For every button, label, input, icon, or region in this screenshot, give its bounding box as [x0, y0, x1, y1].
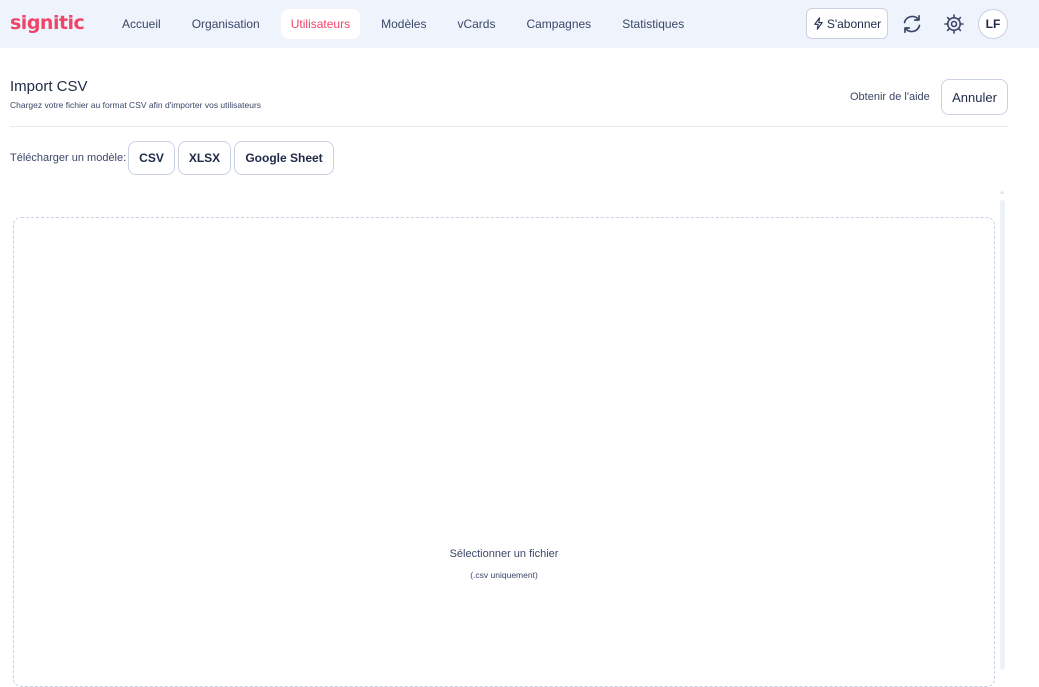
nav-item-utilisateurs[interactable]: Utilisateurs [280, 9, 361, 39]
nav-item-organisation[interactable]: Organisation [182, 9, 270, 39]
scrollbar[interactable] [999, 190, 1006, 670]
download-google-sheet-template-button[interactable]: Google Sheet [234, 141, 334, 175]
file-dropzone[interactable]: Sélectionner un fichier (.csv uniquement… [13, 217, 995, 687]
user-avatar[interactable]: LF [978, 9, 1008, 39]
help-link[interactable]: Obtenir de l'aide [850, 91, 930, 103]
gear-icon[interactable] [942, 12, 966, 36]
nav-item-accueil[interactable]: Accueil [112, 9, 171, 39]
download-xlsx-template-button[interactable]: XLSX [178, 141, 231, 175]
nav-item-campagnes[interactable]: Campagnes [516, 9, 601, 39]
nav-item-modeles[interactable]: Modèles [371, 9, 436, 39]
bolt-icon [814, 17, 823, 30]
sync-icon[interactable] [900, 12, 924, 36]
nav-item-statistiques[interactable]: Statistiques [612, 9, 694, 39]
scroll-up-arrow-icon[interactable] [1000, 190, 1004, 194]
template-download-label: Télécharger un modèle: [10, 152, 127, 164]
download-csv-template-button[interactable]: CSV [128, 141, 175, 175]
scrollbar-thumb[interactable] [1000, 200, 1005, 670]
nav-item-vcards[interactable]: vCards [447, 9, 505, 39]
cancel-button[interactable]: Annuler [941, 79, 1008, 115]
signitic-logo[interactable]: signitic [10, 12, 85, 34]
page-title: Import CSV [10, 78, 88, 95]
top-navigation-bar: signitic Accueil Organisation Utilisateu… [0, 0, 1039, 48]
subscribe-label: S'abonner [826, 16, 882, 31]
subscribe-button[interactable]: S'abonner [806, 8, 888, 39]
header-divider [10, 126, 1008, 127]
main-nav: Accueil Organisation Utilisateurs Modèle… [112, 9, 705, 39]
file-type-hint: (.csv uniquement) [470, 570, 538, 580]
page-subtitle: Chargez votre fichier au format CSV afin… [10, 100, 262, 110]
select-file-label[interactable]: Sélectionner un fichier [14, 548, 994, 560]
